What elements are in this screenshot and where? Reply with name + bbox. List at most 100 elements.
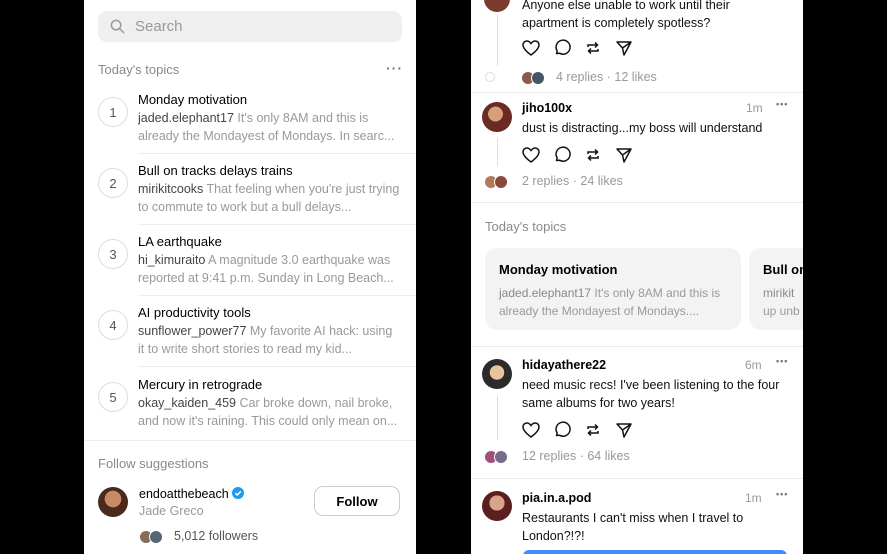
post-stats[interactable]: 12 replies · 64 likes: [522, 449, 630, 463]
thread-line: [497, 14, 498, 66]
post-more-icon[interactable]: •••: [776, 356, 788, 366]
repost-icon[interactable]: [583, 38, 603, 58]
like-icon[interactable]: [521, 145, 541, 165]
topic-user: hi_kimuraito: [138, 253, 206, 267]
reply-count: 4 replies: [556, 70, 604, 84]
like-icon[interactable]: [521, 38, 541, 58]
todays-topics-heading: Today's topics: [98, 62, 180, 77]
topic-rank: 4: [98, 310, 128, 340]
post-username[interactable]: pia.in.a.pod: [522, 491, 591, 505]
thread-line: [497, 396, 498, 440]
post-actions: [521, 38, 634, 58]
post-time: 6m: [745, 358, 762, 372]
post-image-preview[interactable]: [523, 550, 787, 554]
post-username[interactable]: jiho100x: [522, 101, 572, 115]
reply-avatars: [484, 175, 508, 189]
topic-card[interactable]: Monday motivation jaded.elephant17 It's …: [485, 248, 741, 330]
topic-title: Monday motivation: [138, 92, 248, 107]
explore-screen: Today's topics ··· 1 Monday motivation j…: [84, 0, 416, 554]
topic-item[interactable]: 5 Mercury in retrograde okay_kaiden_459 …: [98, 377, 402, 447]
like-count: 24 likes: [580, 174, 623, 188]
post-username[interactable]: hidayathere22: [522, 358, 606, 372]
avatar[interactable]: [482, 491, 512, 521]
topic-title: AI productivity tools: [138, 305, 251, 320]
topic-user: jaded.elephant17: [138, 111, 234, 125]
reply-avatars: [484, 450, 508, 464]
topic-preview: mirikitcooks That feeling when you're ju…: [138, 182, 400, 214]
post-text: Anyone else unable to work until their a…: [522, 0, 730, 30]
post-more-icon[interactable]: •••: [776, 99, 788, 109]
repost-icon[interactable]: [583, 420, 603, 440]
topic-preview: okay_kaiden_459 Car broke down, nail bro…: [138, 396, 398, 428]
topic-card-preview: mirikit up unb: [763, 286, 800, 318]
post-text: need music recs! I've been listening to …: [522, 378, 780, 410]
repost-icon[interactable]: [583, 145, 603, 165]
reply-count: 12 replies: [522, 449, 577, 463]
section-divider: [84, 440, 416, 441]
avatar: [494, 450, 508, 464]
avatar[interactable]: [482, 102, 512, 132]
search-icon: [110, 19, 125, 34]
post-time: 1m: [745, 491, 762, 505]
topic-user: okay_kaiden_459: [138, 396, 236, 410]
divider: [471, 478, 803, 479]
topic-item[interactable]: 3 LA earthquake hi_kimuraito A magnitude…: [98, 234, 416, 304]
search-input[interactable]: [133, 17, 377, 36]
divider: [471, 346, 803, 347]
follower-count: 5,012 followers: [174, 529, 259, 543]
share-icon[interactable]: [614, 145, 634, 165]
post-text: Restaurants I can't miss when I travel t…: [522, 511, 744, 543]
avatar: [494, 175, 508, 189]
follower-avatars: [139, 530, 163, 544]
share-icon[interactable]: [614, 38, 634, 58]
topic-title: LA earthquake: [138, 234, 222, 249]
topic-item[interactable]: 2 Bull on tracks delays trains mirikitco…: [98, 163, 416, 233]
reply-count: 2 replies: [522, 174, 570, 188]
divider: [138, 366, 416, 367]
topic-item[interactable]: 4 AI productivity tools sunflower_power7…: [98, 305, 416, 375]
divider: [138, 224, 416, 225]
suggestion-name: Jade Greco: [139, 504, 204, 518]
like-icon[interactable]: [521, 420, 541, 440]
topic-user: sunflower_power77: [138, 324, 247, 338]
divider: [471, 92, 803, 93]
avatar: [149, 530, 163, 544]
topics-more-icon[interactable]: ···: [386, 60, 403, 76]
follow-suggestions-heading: Follow suggestions: [98, 456, 209, 471]
comment-icon[interactable]: [552, 38, 572, 58]
post-text: dust is distracting...my boss will under…: [522, 121, 763, 135]
avatar[interactable]: [484, 0, 510, 12]
topic-item[interactable]: 1 Monday motivation jaded.elephant17 It'…: [98, 92, 416, 162]
comment-icon[interactable]: [552, 145, 572, 165]
divider: [138, 153, 416, 154]
avatar[interactable]: [98, 487, 128, 517]
suggestion-username[interactable]: endoatthebeach: [139, 487, 245, 501]
topic-card-user: mirikit: [763, 286, 795, 300]
thread-line: [497, 138, 498, 166]
topic-card[interactable]: Bull on mirikit up unb: [749, 248, 803, 330]
post-actions: [521, 145, 634, 165]
todays-topics-heading: Today's topics: [485, 219, 567, 234]
topic-rank: 2: [98, 168, 128, 198]
search-bar[interactable]: [98, 11, 402, 42]
share-icon[interactable]: [614, 420, 634, 440]
divider: [471, 202, 803, 203]
topic-card-preview: jaded.elephant17 It's only 8AM and this …: [499, 286, 721, 318]
topic-preview: sunflower_power77 My favorite AI hack: u…: [138, 324, 393, 356]
topic-card-user: jaded.elephant17: [499, 286, 592, 300]
post-time: 1m: [746, 101, 763, 115]
post-stats[interactable]: 4 replies · 12 likes: [556, 70, 657, 84]
topic-title: Mercury in retrograde: [138, 377, 263, 392]
comment-icon[interactable]: [552, 420, 572, 440]
post-stats[interactable]: 2 replies · 24 likes: [522, 174, 623, 188]
topic-card-title: Monday motivation: [499, 262, 618, 277]
like-count: 64 likes: [587, 449, 630, 463]
follow-button[interactable]: Follow: [314, 486, 400, 516]
topic-card-title: Bull on: [763, 262, 803, 277]
post-actions: [521, 420, 634, 440]
feed-screen: Anyone else unable to work until their a…: [471, 0, 803, 554]
topic-rank: 1: [98, 97, 128, 127]
post-more-icon[interactable]: •••: [776, 489, 788, 499]
avatar[interactable]: [482, 359, 512, 389]
verified-badge-icon: [232, 487, 245, 499]
